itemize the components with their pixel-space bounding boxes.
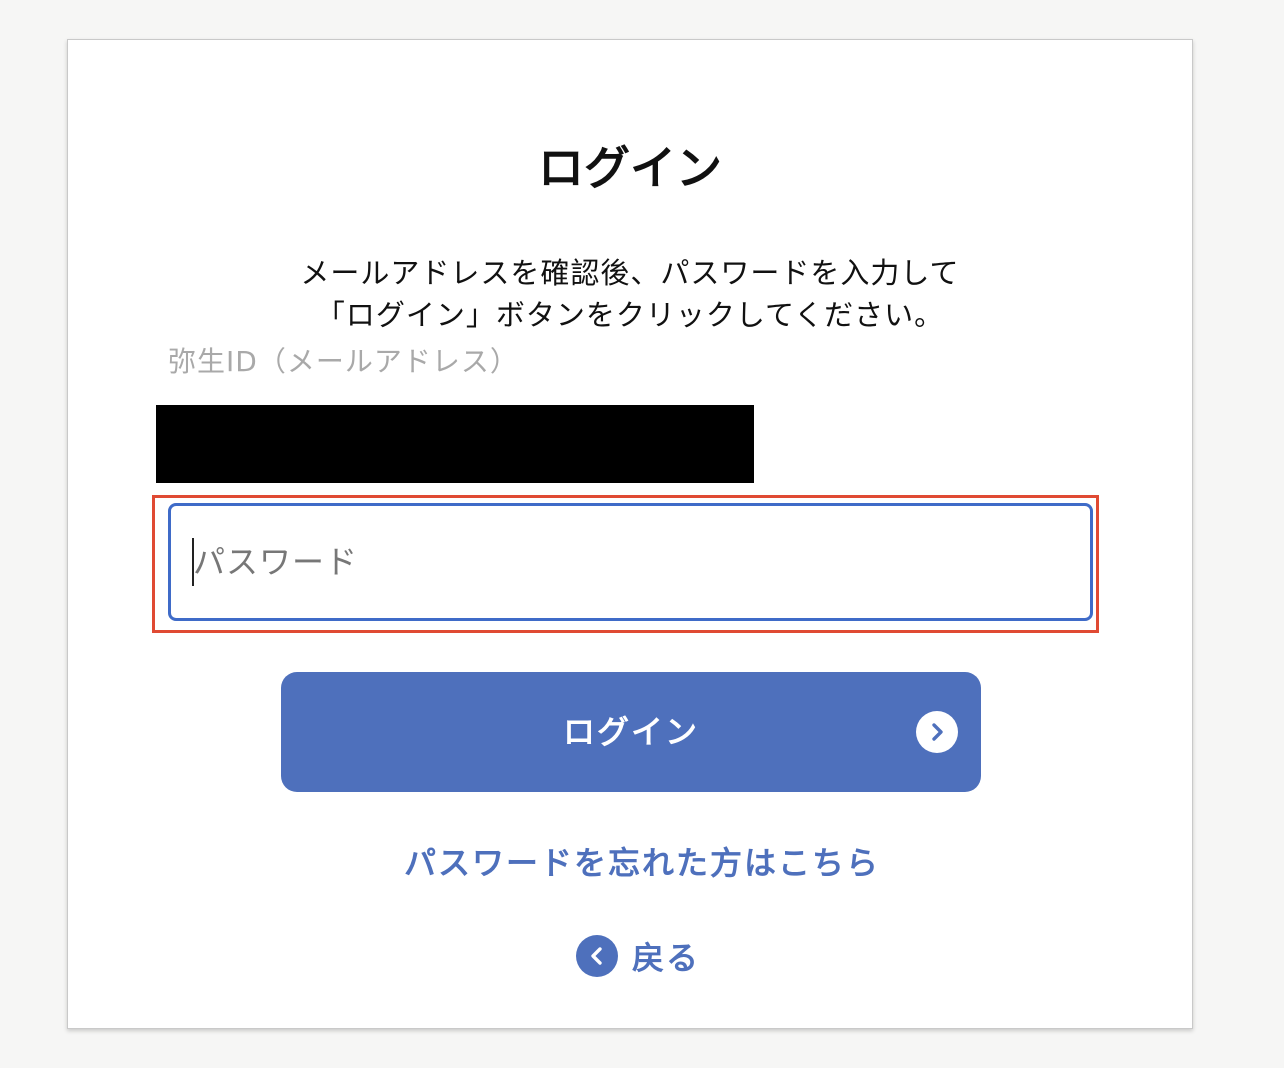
page-title: ログイン	[538, 141, 722, 195]
forgot-password-link[interactable]: パスワードを忘れた方はこちら	[0, 838, 1284, 888]
text-caret	[192, 538, 194, 586]
instructions-line-2: 「ログイン」ボタンをクリックしてください。	[315, 298, 945, 332]
login-button[interactable]: ログイン	[281, 672, 981, 792]
email-value-redacted	[156, 405, 754, 483]
back-link[interactable]: 戻る	[576, 934, 700, 978]
instructions-text: メールアドレスを確認後、パスワードを入力して 「ログイン」ボタンをクリックしてく…	[68, 252, 1192, 336]
back-label: 戻る	[632, 939, 701, 977]
email-label: 弥生ID（メールアドレス）	[168, 345, 519, 378]
instructions-line-1: メールアドレスを確認後、パスワードを入力して	[300, 256, 960, 290]
chevron-left-icon	[576, 935, 618, 977]
login-button-label: ログイン	[562, 713, 699, 751]
chevron-right-icon	[916, 711, 958, 753]
password-input[interactable]	[168, 503, 1093, 621]
